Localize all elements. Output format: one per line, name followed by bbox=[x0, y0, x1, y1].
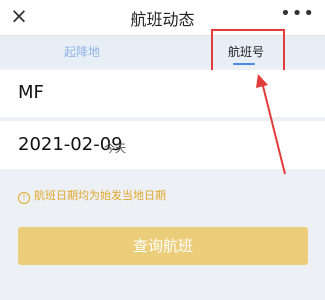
tab-origin-destination[interactable]: 起降地 bbox=[64, 43, 100, 60]
notice-text: 航班日期均为始发当地日期 bbox=[34, 189, 166, 202]
flight-number-value[interactable]: MF bbox=[18, 82, 44, 103]
query-flight-button[interactable]: 查询航班 bbox=[18, 227, 308, 265]
info-icon: ! bbox=[18, 192, 30, 204]
flight-number-field[interactable]: MF bbox=[0, 70, 325, 117]
more-icon[interactable]: ••• bbox=[280, 3, 315, 25]
notice: ! 航班日期均为始发当地日期 bbox=[18, 187, 166, 204]
date-today-label: 今天 bbox=[104, 142, 126, 155]
page-title: 航班动态 bbox=[130, 10, 195, 29]
date-field[interactable]: 2021-02-09 今天 bbox=[0, 121, 325, 169]
